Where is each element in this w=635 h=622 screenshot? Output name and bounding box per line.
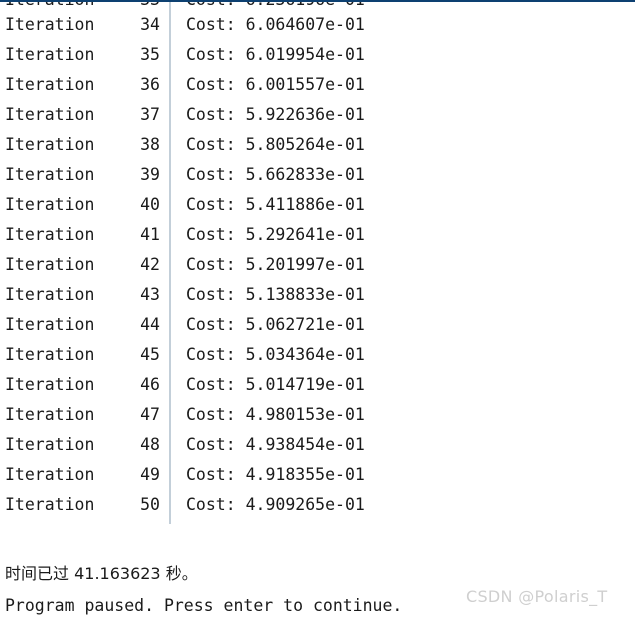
iteration-log-row: Iteration 40 Cost: 5.411886e-01: [0, 190, 635, 220]
iteration-cost-value: Cost: 5.138833e-01: [186, 285, 365, 304]
csdn-watermark: CSDN @Polaris_T: [466, 587, 608, 606]
iteration-label: Iteration: [5, 255, 95, 274]
iteration-log-row: Iteration 44 Cost: 5.062721e-01: [0, 310, 635, 340]
iteration-number: 46: [140, 375, 160, 394]
iteration-cost-value: Cost: 4.980153e-01: [186, 405, 365, 424]
iteration-cost-value: Cost: 5.201997e-01: [186, 255, 365, 274]
iteration-cost-value: Cost: 5.922636e-01: [186, 105, 365, 124]
iteration-cost-value: Cost: 6.019954e-01: [186, 45, 365, 64]
iteration-label: Iteration: [5, 315, 95, 334]
iteration-cost-value: Cost: 5.662833e-01: [186, 165, 365, 184]
iteration-number: 36: [140, 75, 160, 94]
iteration-log-row: Iteration 37 Cost: 5.922636e-01: [0, 100, 635, 130]
iteration-log-row: Iteration 42 Cost: 5.201997e-01: [0, 250, 635, 280]
iteration-log-list: Iteration33Cost: 6.236196e-01Iteration34…: [0, 0, 635, 520]
iteration-cost-value: Cost: 5.034364e-01: [186, 345, 365, 364]
iteration-cost-value: Cost: 4.909265e-01: [186, 495, 365, 514]
iteration-log-row: Iteration 48 Cost: 4.938454e-01: [0, 430, 635, 460]
iteration-cost-value: Cost: 5.411886e-01: [186, 195, 365, 214]
iteration-number: 38: [140, 135, 160, 154]
iteration-number: 42: [140, 255, 160, 274]
iteration-cost-value: Cost: 4.918355e-01: [186, 465, 365, 484]
iteration-log-row: Iteration 39 Cost: 5.662833e-01: [0, 160, 635, 190]
iteration-number: 49: [140, 465, 160, 484]
iteration-number: 41: [140, 225, 160, 244]
iteration-label: Iteration: [5, 465, 95, 484]
iteration-log-row: Iteration 49 Cost: 4.918355e-01: [0, 460, 635, 490]
iteration-log-row: Iteration 46 Cost: 5.014719e-01: [0, 370, 635, 400]
iteration-number: 48: [140, 435, 160, 454]
iteration-cost-value: Cost: 5.292641e-01: [186, 225, 365, 244]
iteration-cost-value: Cost: 6.001557e-01: [186, 75, 365, 94]
iteration-label: Iteration: [5, 345, 95, 364]
iteration-log-row: Iteration 35 Cost: 6.019954e-01: [0, 40, 635, 70]
iteration-log-row: Iteration 38 Cost: 5.805264e-01: [0, 130, 635, 160]
iteration-label: Iteration: [5, 75, 95, 94]
iteration-label: Iteration: [5, 495, 95, 514]
blank-spacer: [0, 520, 635, 558]
iteration-number: 34: [140, 15, 160, 34]
iteration-label: Iteration: [5, 135, 95, 154]
iteration-label: Iteration: [5, 225, 95, 244]
iteration-label: Iteration: [5, 435, 95, 454]
iteration-label: Iteration: [5, 375, 95, 394]
iteration-log-row: Iteration 41 Cost: 5.292641e-01: [0, 220, 635, 250]
iteration-log-row: Iteration 47 Cost: 4.980153e-01: [0, 400, 635, 430]
iteration-cost-value: Cost: 6.064607e-01: [186, 15, 365, 34]
iteration-label: Iteration: [5, 285, 95, 304]
iteration-log-row: Iteration 45 Cost: 5.034364e-01: [0, 340, 635, 370]
iteration-label: Iteration: [5, 405, 95, 424]
iteration-number: 43: [140, 285, 160, 304]
iteration-label: Iteration: [5, 45, 95, 64]
iteration-label: Iteration: [5, 105, 95, 124]
iteration-log-row: Iteration 43 Cost: 5.138833e-01: [0, 280, 635, 310]
iteration-label: Iteration: [5, 195, 95, 214]
iteration-number: 47: [140, 405, 160, 424]
iteration-cost-value: Cost: 5.805264e-01: [186, 135, 365, 154]
iteration-log-row: Iteration 36 Cost: 6.001557e-01: [0, 70, 635, 100]
iteration-log-row: Iteration 50 Cost: 4.909265e-01: [0, 490, 635, 520]
iteration-number: 35: [140, 45, 160, 64]
iteration-number: 44: [140, 315, 160, 334]
iteration-cost-value: Cost: 4.938454e-01: [186, 435, 365, 454]
iteration-number: 39: [140, 165, 160, 184]
iteration-cost-value: Cost: 5.014719e-01: [186, 375, 365, 394]
iteration-cost-value: Cost: 5.062721e-01: [186, 315, 365, 334]
iteration-number: 37: [140, 105, 160, 124]
iteration-number: 50: [140, 495, 160, 514]
iteration-label: Iteration: [5, 165, 95, 184]
console-output-panel: Iteration33Cost: 6.236196e-01Iteration34…: [0, 0, 635, 621]
iteration-label: Iteration: [5, 15, 95, 34]
elapsed-time-line: 时间已过 41.163623 秒。: [5, 564, 198, 583]
iteration-number: 40: [140, 195, 160, 214]
top-border-rule: [0, 0, 635, 2]
iteration-number: 45: [140, 345, 160, 364]
iteration-log-row: Iteration 34 Cost: 6.064607e-01: [0, 10, 635, 40]
